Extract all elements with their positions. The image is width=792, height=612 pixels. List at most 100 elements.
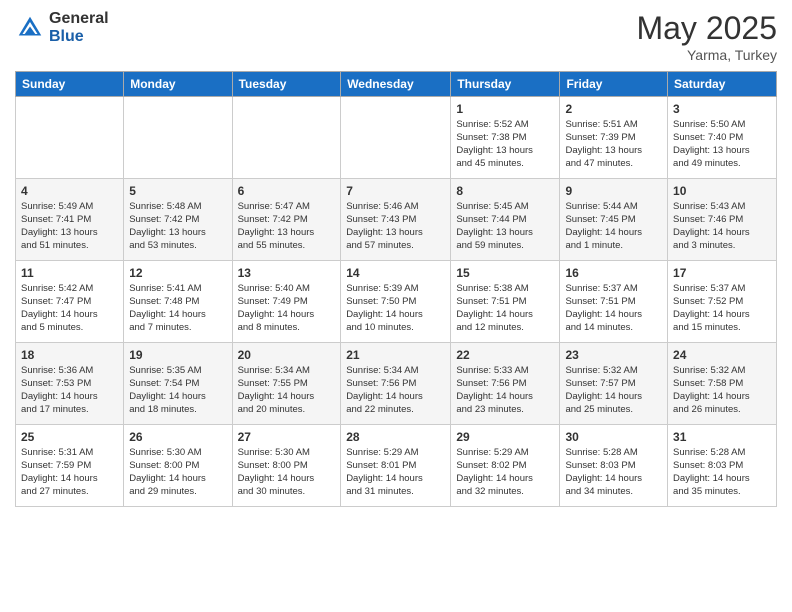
calendar-cell: 6 Sunrise: 5:47 AM Sunset: 7:42 PM Daylig… — [232, 179, 341, 261]
day-info: Sunrise: 5:46 AM Sunset: 7:43 PM Dayligh… — [346, 201, 445, 252]
calendar-cell: 5Sunrise: 5:48 AM Sunset: 7:42 PM Daylig… — [124, 179, 232, 261]
day-number: 6 — [238, 183, 336, 199]
calendar-cell: 16Sunrise: 5:37 AM Sunset: 7:51 PM Dayli… — [560, 261, 668, 343]
calendar-cell: 1 Sunrise: 5:52 AM Sunset: 7:38 PM Daylig… — [451, 97, 560, 179]
logo-icon — [15, 13, 45, 43]
day-number: 1 — [456, 101, 554, 117]
day-number: 30 — [565, 429, 662, 445]
day-info: Sunrise: 5:50 AM Sunset: 7:40 PM Dayligh… — [673, 119, 771, 170]
day-info: Sunrise: 5:47 AM Sunset: 7:42 PM Dayligh… — [238, 201, 336, 252]
week-row-4: 18 Sunrise: 5:36 AM Sunset: 7:53 PM Dayli… — [16, 343, 777, 425]
calendar-cell — [16, 97, 124, 179]
day-number: 8 — [456, 183, 554, 199]
title-block: May 2025 Yarma, Turkey — [636, 10, 777, 63]
logo: General Blue — [15, 10, 109, 45]
day-number: 24 — [673, 347, 771, 363]
calendar-cell: 2 Sunrise: 5:51 AM Sunset: 7:39 PM Daylig… — [560, 97, 668, 179]
week-row-1: 1 Sunrise: 5:52 AM Sunset: 7:38 PM Daylig… — [16, 97, 777, 179]
page: General Blue May 2025 Yarma, Turkey Sund… — [0, 0, 792, 612]
calendar-cell: 21 Sunrise: 5:34 AM Sunset: 7:56 PM Dayli… — [341, 343, 451, 425]
calendar-cell — [124, 97, 232, 179]
calendar-cell: 10Sunrise: 5:43 AM Sunset: 7:46 PM Dayli… — [668, 179, 777, 261]
day-info: Sunrise: 5:33 AM Sunset: 7:56 PM Dayligh… — [456, 365, 554, 416]
day-info: Sunrise: 5:30 AM Sunset: 8:00 PM Dayligh… — [238, 447, 336, 498]
day-number: 4 — [21, 183, 118, 199]
day-info: Sunrise: 5:31 AM Sunset: 7:59 PM Dayligh… — [21, 447, 118, 498]
week-row-2: 4 Sunrise: 5:49 AM Sunset: 7:41 PM Daylig… — [16, 179, 777, 261]
day-info: Sunrise: 5:51 AM Sunset: 7:39 PM Dayligh… — [565, 119, 662, 170]
day-number: 18 — [21, 347, 118, 363]
day-number: 25 — [21, 429, 118, 445]
day-info: Sunrise: 5:41 AM Sunset: 7:48 PM Dayligh… — [129, 283, 226, 334]
day-number: 17 — [673, 265, 771, 281]
calendar-cell — [232, 97, 341, 179]
calendar-cell: 7 Sunrise: 5:46 AM Sunset: 7:43 PM Daylig… — [341, 179, 451, 261]
day-info: Sunrise: 5:30 AM Sunset: 8:00 PM Dayligh… — [129, 447, 226, 498]
day-number: 20 — [238, 347, 336, 363]
day-number: 28 — [346, 429, 445, 445]
calendar-cell: 9 Sunrise: 5:44 AM Sunset: 7:45 PM Daylig… — [560, 179, 668, 261]
calendar-cell: 30 Sunrise: 5:28 AM Sunset: 8:03 PM Dayli… — [560, 425, 668, 507]
day-number: 9 — [565, 183, 662, 199]
day-header-row: SundayMondayTuesdayWednesdayThursdayFrid… — [16, 72, 777, 97]
day-header-saturday: Saturday — [668, 72, 777, 97]
week-row-3: 11Sunrise: 5:42 AM Sunset: 7:47 PM Dayli… — [16, 261, 777, 343]
location: Yarma, Turkey — [636, 47, 777, 63]
day-info: Sunrise: 5:28 AM Sunset: 8:03 PM Dayligh… — [673, 447, 771, 498]
week-row-5: 25 Sunrise: 5:31 AM Sunset: 7:59 PM Dayli… — [16, 425, 777, 507]
calendar-cell: 11Sunrise: 5:42 AM Sunset: 7:47 PM Dayli… — [16, 261, 124, 343]
day-header-friday: Friday — [560, 72, 668, 97]
day-info: Sunrise: 5:28 AM Sunset: 8:03 PM Dayligh… — [565, 447, 662, 498]
day-info: Sunrise: 5:32 AM Sunset: 7:57 PM Dayligh… — [565, 365, 662, 416]
day-number: 26 — [129, 429, 226, 445]
calendar-cell: 28 Sunrise: 5:29 AM Sunset: 8:01 PM Dayli… — [341, 425, 451, 507]
day-info: Sunrise: 5:49 AM Sunset: 7:41 PM Dayligh… — [21, 201, 118, 252]
day-number: 14 — [346, 265, 445, 281]
calendar-cell: 4 Sunrise: 5:49 AM Sunset: 7:41 PM Daylig… — [16, 179, 124, 261]
day-info: Sunrise: 5:39 AM Sunset: 7:50 PM Dayligh… — [346, 283, 445, 334]
day-info: Sunrise: 5:45 AM Sunset: 7:44 PM Dayligh… — [456, 201, 554, 252]
calendar-cell: 25 Sunrise: 5:31 AM Sunset: 7:59 PM Dayli… — [16, 425, 124, 507]
calendar-cell: 14 Sunrise: 5:39 AM Sunset: 7:50 PM Dayli… — [341, 261, 451, 343]
day-number: 23 — [565, 347, 662, 363]
day-header-thursday: Thursday — [451, 72, 560, 97]
day-info: Sunrise: 5:48 AM Sunset: 7:42 PM Dayligh… — [129, 201, 226, 252]
day-header-monday: Monday — [124, 72, 232, 97]
day-number: 15 — [456, 265, 554, 281]
day-header-wednesday: Wednesday — [341, 72, 451, 97]
day-info: Sunrise: 5:29 AM Sunset: 8:01 PM Dayligh… — [346, 447, 445, 498]
day-number: 3 — [673, 101, 771, 117]
day-number: 31 — [673, 429, 771, 445]
day-info: Sunrise: 5:34 AM Sunset: 7:55 PM Dayligh… — [238, 365, 336, 416]
calendar-cell: 20 Sunrise: 5:34 AM Sunset: 7:55 PM Dayli… — [232, 343, 341, 425]
day-info: Sunrise: 5:52 AM Sunset: 7:38 PM Dayligh… — [456, 119, 554, 170]
day-number: 7 — [346, 183, 445, 199]
header: General Blue May 2025 Yarma, Turkey — [15, 10, 777, 63]
day-number: 22 — [456, 347, 554, 363]
calendar-cell: 29Sunrise: 5:29 AM Sunset: 8:02 PM Dayli… — [451, 425, 560, 507]
calendar-cell: 19Sunrise: 5:35 AM Sunset: 7:54 PM Dayli… — [124, 343, 232, 425]
calendar-cell: 12 Sunrise: 5:41 AM Sunset: 7:48 PM Dayli… — [124, 261, 232, 343]
day-info: Sunrise: 5:44 AM Sunset: 7:45 PM Dayligh… — [565, 201, 662, 252]
calendar-cell: 23 Sunrise: 5:32 AM Sunset: 7:57 PM Dayli… — [560, 343, 668, 425]
calendar: SundayMondayTuesdayWednesdayThursdayFrid… — [15, 71, 777, 507]
day-info: Sunrise: 5:36 AM Sunset: 7:53 PM Dayligh… — [21, 365, 118, 416]
logo-blue: Blue — [49, 28, 109, 46]
calendar-cell: 3 Sunrise: 5:50 AM Sunset: 7:40 PM Daylig… — [668, 97, 777, 179]
day-number: 11 — [21, 265, 118, 281]
day-info: Sunrise: 5:38 AM Sunset: 7:51 PM Dayligh… — [456, 283, 554, 334]
day-number: 12 — [129, 265, 226, 281]
day-number: 21 — [346, 347, 445, 363]
calendar-cell: 24 Sunrise: 5:32 AM Sunset: 7:58 PM Dayli… — [668, 343, 777, 425]
calendar-cell: 8 Sunrise: 5:45 AM Sunset: 7:44 PM Daylig… — [451, 179, 560, 261]
calendar-cell: 27Sunrise: 5:30 AM Sunset: 8:00 PM Dayli… — [232, 425, 341, 507]
calendar-cell: 26 Sunrise: 5:30 AM Sunset: 8:00 PM Dayli… — [124, 425, 232, 507]
day-info: Sunrise: 5:34 AM Sunset: 7:56 PM Dayligh… — [346, 365, 445, 416]
day-number: 10 — [673, 183, 771, 199]
day-info: Sunrise: 5:29 AM Sunset: 8:02 PM Dayligh… — [456, 447, 554, 498]
day-number: 2 — [565, 101, 662, 117]
calendar-cell: 22 Sunrise: 5:33 AM Sunset: 7:56 PM Dayli… — [451, 343, 560, 425]
day-info: Sunrise: 5:32 AM Sunset: 7:58 PM Dayligh… — [673, 365, 771, 416]
calendar-cell — [341, 97, 451, 179]
day-info: Sunrise: 5:40 AM Sunset: 7:49 PM Dayligh… — [238, 283, 336, 334]
